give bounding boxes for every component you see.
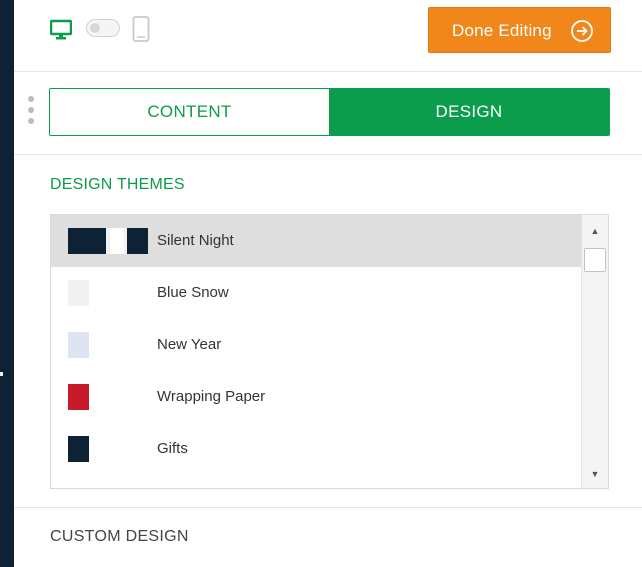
theme-label: New Year — [157, 336, 222, 353]
theme-swatch — [68, 332, 148, 358]
left-edge-strip — [0, 0, 14, 567]
theme-swatch — [68, 228, 148, 254]
theme-swatch — [68, 436, 148, 462]
arrow-right-circle-icon — [571, 20, 593, 42]
desktop-monitor-icon[interactable] — [50, 19, 72, 41]
theme-swatch — [68, 488, 148, 489]
themes-divider — [14, 507, 642, 508]
mobile-phone-icon[interactable] — [132, 16, 150, 42]
editor-tabs: CONTENT DESIGN — [49, 88, 610, 136]
theme-list: Silent Night Blue Snow New Year Wrapping… — [50, 214, 609, 489]
theme-list-scrollbar[interactable]: ▲ ▼ — [581, 215, 608, 488]
theme-item-silent-night[interactable]: Silent Night — [51, 215, 581, 267]
toggle-knob — [90, 23, 100, 33]
editor-frame: Done Editing CONTENT DESIGN DESIGN THEME… — [0, 0, 642, 567]
custom-design-section[interactable]: CUSTOM DESIGN — [50, 528, 189, 546]
theme-item-new-year[interactable]: New Year — [51, 319, 581, 371]
theme-item-blue-snow[interactable]: Blue Snow — [51, 267, 581, 319]
done-editing-label: Done Editing — [452, 21, 552, 40]
theme-rows: Silent Night Blue Snow New Year Wrapping… — [51, 215, 581, 489]
theme-label: Wrapping Paper — [157, 388, 266, 405]
toolbar-divider — [14, 71, 642, 72]
tab-content[interactable]: CONTENT — [50, 89, 329, 135]
drag-handle-icon[interactable] — [27, 96, 35, 130]
view-toggle-icon[interactable] — [86, 19, 120, 37]
design-themes-heading: DESIGN THEMES — [50, 176, 185, 193]
scroll-down-arrow-icon[interactable]: ▼ — [582, 464, 608, 484]
theme-label: Silent Night — [157, 232, 234, 249]
tab-design[interactable]: DESIGN — [329, 89, 609, 135]
scrollbar-thumb[interactable] — [584, 248, 606, 272]
done-editing-button[interactable]: Done Editing — [428, 7, 611, 53]
theme-label: Gifts — [157, 440, 188, 457]
theme-swatch — [68, 280, 148, 306]
edge-marker — [0, 372, 3, 376]
theme-item-partial[interactable] — [51, 475, 581, 489]
theme-swatch — [68, 384, 148, 410]
design-panel: Done Editing CONTENT DESIGN DESIGN THEME… — [14, 0, 642, 567]
theme-item-wrapping-paper[interactable]: Wrapping Paper — [51, 371, 581, 423]
scroll-up-arrow-icon[interactable]: ▲ — [582, 221, 608, 241]
theme-item-gifts[interactable]: Gifts — [51, 423, 581, 475]
theme-label: Blue Snow — [157, 284, 229, 301]
tabs-divider — [14, 154, 642, 155]
